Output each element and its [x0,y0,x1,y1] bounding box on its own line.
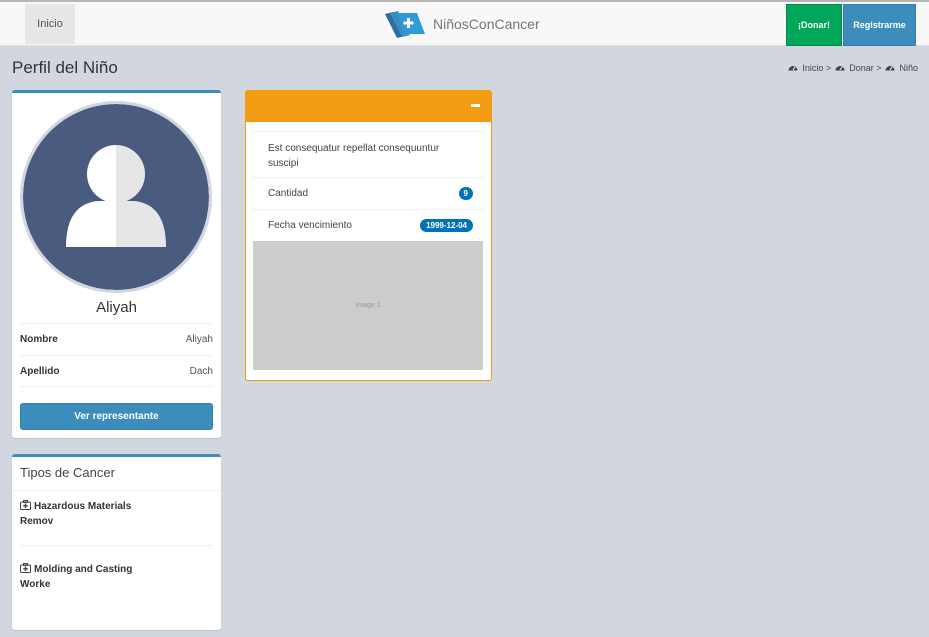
avatar [20,101,212,293]
dashboard-icon [885,66,895,71]
divider [20,545,213,546]
page-title: Perfil del Niño [12,58,118,77]
expiry-badge: 1999-12-04 [420,219,473,232]
cancer-type-label: Molding and Casting Worke [20,564,133,590]
need-description: Est consequatur repellat consequuntur su… [268,143,440,169]
brand-logo-icon [385,11,425,38]
user-avatar-icon [23,104,209,290]
profile-row-apellido: Apellido Dach [20,355,213,387]
profile-name: Aliyah [96,299,137,316]
medkit-icon [20,563,31,573]
breadcrumb-item-nino: Niño [899,63,918,73]
quantity-row: Cantidad 9 [253,177,483,209]
cancer-type-item: Hazardous Materials Remov [20,499,160,529]
dashboard-icon [788,66,798,71]
image-label: Image 1 [355,302,381,309]
dashboard-icon [835,66,845,71]
divider [12,490,221,491]
cancer-type-label: Hazardous Materials Remov [20,501,132,527]
field-value: Aliyah [185,334,213,345]
donate-button[interactable]: ¡Donar! [786,4,842,46]
cancer-types-box: Tipos de Cancer Hazardous Materials Remo… [12,454,221,630]
need-image-placeholder: Image 1 [253,241,483,370]
brand[interactable]: NiñosConCancer [385,10,540,38]
quantity-badge: 9 [458,187,473,200]
expiry-row: Fecha vencimiento 1999-12-04 [253,209,483,241]
card-header [246,91,491,122]
brand-name: NiñosConCancer [433,16,540,32]
nav-home-link[interactable]: Inicio [25,4,75,44]
profile-box: Aliyah Nombre Aliyah Apellido Dach Ver r… [12,90,221,438]
expiry-label: Fecha vencimiento [268,220,352,231]
view-representative-button[interactable]: Ver representante [20,403,213,430]
minus-icon[interactable] [471,104,480,107]
register-button[interactable]: Registrarme [843,4,916,46]
field-label: Nombre [20,334,58,345]
field-value: Dach [189,365,213,377]
medkit-icon [20,500,31,510]
cancer-types-title: Tipos de Cancer [20,465,115,480]
top-navbar: Inicio NiñosConCancer ¡Donar! Registrarm… [0,0,929,46]
cancer-type-item: Molding and Casting Worke [20,562,160,592]
breadcrumb-item-donar[interactable]: Donar > [849,63,881,73]
breadcrumb: Inicio > Donar > Niño [788,63,918,73]
breadcrumb-item-inicio[interactable]: Inicio > [802,63,831,73]
field-label: Apellido [20,365,60,377]
need-card: Est consequatur repellat consequuntur su… [245,90,492,381]
profile-row-nombre: Nombre Aliyah [20,323,213,355]
quantity-label: Cantidad [268,188,309,199]
divider [253,131,483,132]
